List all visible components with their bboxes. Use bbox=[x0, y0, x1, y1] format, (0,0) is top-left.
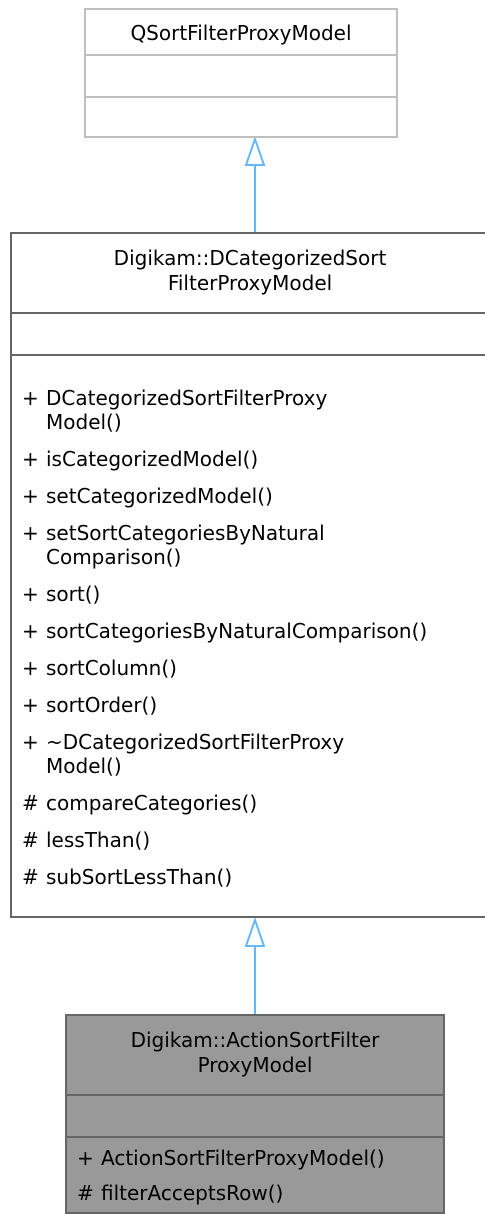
visibility-public: + bbox=[22, 582, 39, 606]
method-name: sortCategoriesByNaturalComparison() bbox=[46, 619, 428, 643]
visibility-public: + bbox=[22, 386, 39, 410]
class-box-dcategorizedsortfilterproxymodel[interactable]: Digikam::DCategorizedSort FilterProxyMod… bbox=[10, 232, 485, 918]
method-row[interactable]: + sort() bbox=[22, 582, 100, 606]
method-row[interactable]: + ActionSortFilterProxyModel() bbox=[77, 1146, 385, 1170]
method-name: compareCategories() bbox=[46, 791, 258, 815]
attributes-separator bbox=[86, 54, 396, 56]
method-name: DCategorizedSortFilterProxy Model() bbox=[46, 386, 328, 434]
method-name: sortColumn() bbox=[46, 656, 177, 680]
attributes-separator bbox=[12, 312, 485, 314]
class-title-line2: ProxyModel bbox=[197, 1053, 313, 1077]
methods-separator bbox=[12, 354, 485, 356]
method-row[interactable]: # compareCategories() bbox=[22, 791, 257, 815]
visibility-public: + bbox=[22, 447, 39, 471]
class-title-line1: Digikam::ActionSortFilter bbox=[130, 1028, 380, 1052]
class-title-line2: FilterProxyModel bbox=[167, 271, 333, 295]
attributes-separator bbox=[67, 1094, 443, 1096]
method-row[interactable]: + DCategorizedSortFilterProxy Model() bbox=[22, 386, 327, 434]
class-title: QSortFilterProxyModel bbox=[86, 10, 396, 46]
class-title-text: QSortFilterProxyModel bbox=[130, 21, 352, 45]
method-name: subSortLessThan() bbox=[46, 865, 233, 889]
methods-separator bbox=[67, 1136, 443, 1138]
method-name: ActionSortFilterProxyModel() bbox=[101, 1146, 385, 1170]
method-row[interactable]: # lessThan() bbox=[22, 828, 150, 852]
method-name: lessThan() bbox=[46, 828, 151, 852]
method-row[interactable]: + ~DCategorizedSortFilterProxy Model() bbox=[22, 730, 344, 778]
method-name: setCategorizedModel() bbox=[46, 484, 273, 508]
visibility-public: + bbox=[77, 1146, 94, 1170]
methods-separator bbox=[86, 96, 396, 98]
visibility-public: + bbox=[22, 484, 39, 508]
method-row[interactable]: + sortOrder() bbox=[22, 693, 157, 717]
visibility-protected: # bbox=[22, 791, 39, 815]
method-row[interactable]: + setCategorizedModel() bbox=[22, 484, 273, 508]
method-name: sortOrder() bbox=[46, 693, 158, 717]
class-title: Digikam::ActionSortFilter ProxyModel bbox=[67, 1016, 443, 1078]
class-title-line1: Digikam::DCategorizedSort bbox=[113, 246, 387, 270]
visibility-public: + bbox=[22, 656, 39, 680]
method-row[interactable]: + setSortCategoriesByNatural Comparison() bbox=[22, 521, 325, 569]
inheritance-arrowhead-middle bbox=[244, 916, 266, 947]
method-name: isCategorizedModel() bbox=[46, 447, 259, 471]
visibility-protected: # bbox=[22, 828, 39, 852]
method-row[interactable]: + sortCategoriesByNaturalComparison() bbox=[22, 619, 427, 643]
visibility-public: + bbox=[22, 730, 39, 754]
method-row[interactable]: # filterAcceptsRow() bbox=[77, 1181, 283, 1205]
method-row[interactable]: + isCategorizedModel() bbox=[22, 447, 258, 471]
method-row[interactable]: + sortColumn() bbox=[22, 656, 177, 680]
class-box-actionsortfilterproxymodel[interactable]: Digikam::ActionSortFilter ProxyModel + Ac… bbox=[65, 1014, 445, 1214]
method-name: sort() bbox=[46, 582, 101, 606]
visibility-public: + bbox=[22, 521, 39, 545]
method-row[interactable]: # subSortLessThan() bbox=[22, 865, 232, 889]
method-name: setSortCategoriesByNatural Comparison() bbox=[46, 521, 325, 569]
visibility-public: + bbox=[22, 693, 39, 717]
method-name: ~DCategorizedSortFilterProxy Model() bbox=[46, 730, 345, 778]
class-box-qsortfilterproxymodel[interactable]: QSortFilterProxyModel bbox=[84, 8, 398, 138]
visibility-protected: # bbox=[77, 1181, 94, 1205]
visibility-protected: # bbox=[22, 865, 39, 889]
inheritance-arrowhead-base bbox=[244, 135, 266, 166]
method-name: filterAcceptsRow() bbox=[101, 1181, 284, 1205]
class-title: Digikam::DCategorizedSort FilterProxyMod… bbox=[12, 234, 485, 296]
visibility-public: + bbox=[22, 619, 39, 643]
